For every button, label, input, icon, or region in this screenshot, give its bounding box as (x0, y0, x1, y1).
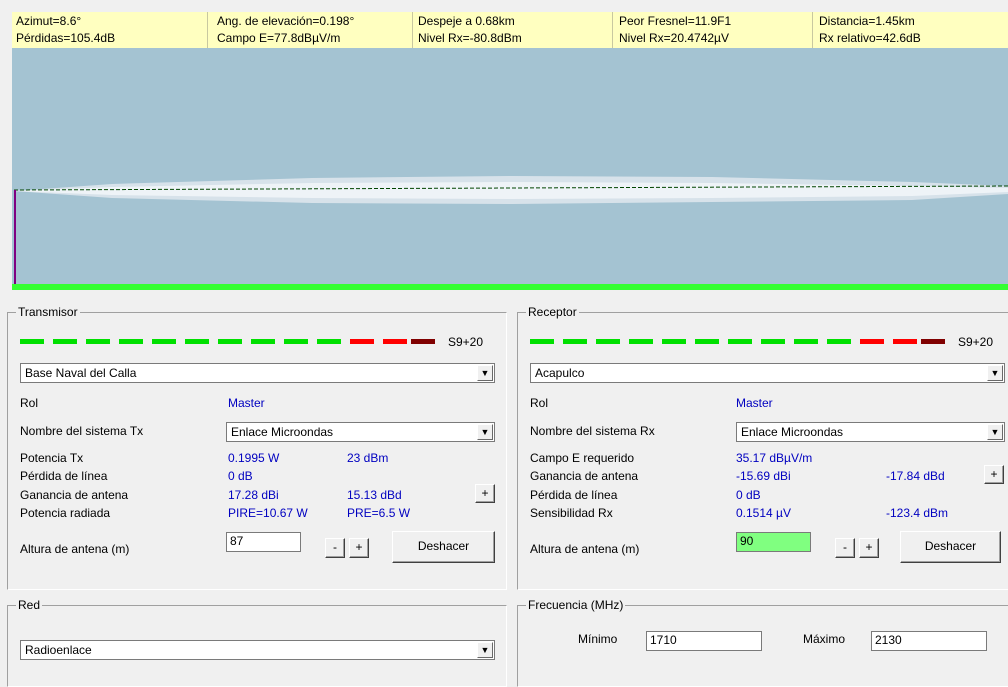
rx-signal-meter (530, 339, 945, 347)
info-separator (207, 12, 208, 48)
tx-height-label: Altura de antena (m) (20, 542, 130, 556)
tx-height-minus-button[interactable]: - (325, 538, 345, 558)
info-separator (812, 12, 813, 48)
clearance-readout: Despeje a 0.68km (418, 14, 515, 28)
receiver-title: Receptor (526, 305, 579, 319)
rx-sens-uv: 0.1514 µV (736, 506, 791, 520)
elevation-readout: Ang. de elevación=0.198° (217, 14, 355, 28)
rx-site-select[interactable]: Acapulco ▼ (530, 363, 1005, 383)
info-separator (612, 12, 613, 48)
tx-pre: PRE=6.5 W (347, 506, 411, 520)
rx-sens-dbm: -123.4 dBm (886, 506, 949, 520)
rx-height-label: Altura de antena (m) (530, 542, 640, 556)
tx-radiated-label: Potencia radiada (20, 506, 111, 520)
profile-graphic (12, 176, 1008, 290)
tx-power-dbm: 23 dBm (347, 451, 389, 465)
chevron-down-icon[interactable]: ▼ (477, 365, 493, 381)
tx-pire: PIRE=10.67 W (228, 506, 308, 520)
field-readout: Campo E=77.8dBµV/m (217, 31, 341, 45)
tx-system-value: Enlace Microondas (231, 425, 334, 439)
rx-relative-readout: Rx relativo=42.6dB (819, 31, 921, 45)
losses-readout: Pérdidas=105.4dB (16, 31, 116, 45)
tx-signal-meter (20, 339, 435, 347)
tx-gain-dbi: 17.28 dBi (228, 488, 279, 502)
tx-role-label: Rol (20, 396, 39, 410)
network-panel: Red Radioenlace ▼ (7, 598, 507, 687)
rx-field-value: 35.17 dBµV/m (736, 451, 813, 465)
rx-gain-label: Ganancia de antena (530, 469, 639, 483)
transmitter-panel: Transmisor S9+20 Base Naval del Calla ▼ … (7, 305, 507, 590)
tx-site-value: Base Naval del Calla (25, 366, 137, 380)
tx-line-loss-value: 0 dB (228, 469, 253, 483)
rx-system-label: Nombre del sistema Rx (530, 424, 655, 438)
rx-sens-label: Sensibilidad Rx (530, 506, 613, 520)
tx-signal-level: S9+20 (448, 335, 484, 349)
rx-field-label: Campo E requerido (530, 451, 635, 465)
transmitter-title: Transmisor (16, 305, 80, 319)
network-title: Red (16, 598, 43, 612)
tx-gain-dbd: 15.13 dBd (347, 488, 402, 502)
path-profile-plot[interactable] (12, 48, 1008, 290)
frequency-min-input[interactable]: 1710 (646, 631, 762, 651)
rx-gain-dbd: -17.84 dBd (886, 469, 945, 483)
frequency-max-label: Máximo (803, 632, 846, 646)
rx-line-loss-label: Pérdida de línea (530, 488, 618, 502)
rx-role-label: Rol (530, 396, 549, 410)
rx-role-value: Master (736, 396, 773, 410)
tx-gain-label: Ganancia de antena (20, 488, 129, 502)
rx-level-uv-readout: Nivel Rx=20.4742µV (619, 31, 729, 45)
chevron-down-icon[interactable]: ▼ (987, 365, 1003, 381)
network-value: Radioenlace (25, 643, 92, 657)
info-separator (412, 12, 413, 48)
rx-site-value: Acapulco (535, 366, 585, 380)
tx-system-label: Nombre del sistema Tx (20, 424, 144, 438)
rx-level-dbm-readout: Nivel Rx=-80.8dBm (418, 31, 522, 45)
tx-undo-button[interactable]: Deshacer (392, 531, 495, 563)
azimuth-readout: Azimut=8.6° (16, 14, 82, 28)
frequency-min-label: Mínimo (578, 632, 618, 646)
rx-system-value: Enlace Microondas (741, 425, 844, 439)
tx-power-w: 0.1995 W (228, 451, 280, 465)
distance-readout: Distancia=1.45km (819, 14, 915, 28)
tx-height-plus-button[interactable]: + (349, 538, 369, 558)
rx-gain-dbi: -15.69 dBi (736, 469, 791, 483)
link-info-bar: Azimut=8.6° Pérdidas=105.4dB Ang. de ele… (12, 12, 1008, 48)
rx-gain-plus-button[interactable]: + (984, 465, 1004, 484)
rx-height-plus-button[interactable]: + (859, 538, 879, 558)
tx-system-select[interactable]: Enlace Microondas ▼ (226, 422, 495, 442)
chevron-down-icon[interactable]: ▼ (987, 424, 1003, 440)
frequency-panel: Frecuencia (MHz) Mínimo 1710 Máximo 2130 (517, 598, 1008, 687)
tx-site-select[interactable]: Base Naval del Calla ▼ (20, 363, 495, 383)
chevron-down-icon[interactable]: ▼ (477, 642, 493, 658)
tx-power-label: Potencia Tx (20, 451, 84, 465)
tx-gain-plus-button[interactable]: + (475, 484, 495, 503)
rx-height-minus-button[interactable]: - (835, 538, 855, 558)
tx-line-loss-label: Pérdida de línea (20, 469, 108, 483)
rx-system-select[interactable]: Enlace Microondas ▼ (736, 422, 1005, 442)
tx-height-input[interactable]: 87 (226, 532, 301, 552)
rx-line-loss-value: 0 dB (736, 488, 761, 502)
tx-role-value: Master (228, 396, 265, 410)
rx-signal-level: S9+20 (958, 335, 994, 349)
terrain-ground (12, 284, 1008, 290)
receiver-panel: Receptor S9+20 Acapulco ▼ Rol Master Nom… (517, 305, 1008, 590)
frequency-max-input[interactable]: 2130 (871, 631, 987, 651)
rx-height-input[interactable]: 90 (736, 532, 811, 552)
rx-undo-button[interactable]: Deshacer (900, 531, 1001, 563)
worst-fresnel-readout: Peor Fresnel=11.9F1 (619, 14, 732, 28)
chevron-down-icon[interactable]: ▼ (477, 424, 493, 440)
frequency-title: Frecuencia (MHz) (526, 598, 626, 612)
network-select[interactable]: Radioenlace ▼ (20, 640, 495, 660)
